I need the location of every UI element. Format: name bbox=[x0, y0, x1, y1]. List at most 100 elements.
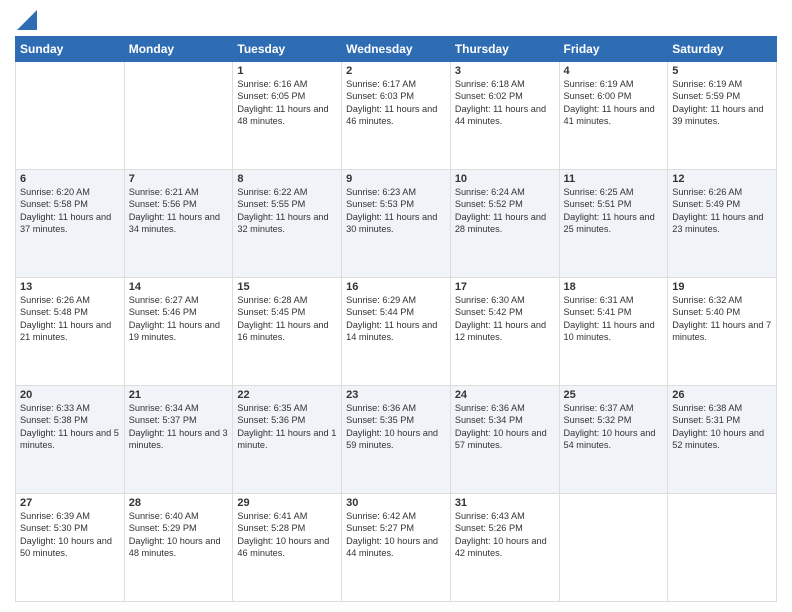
day-info: Sunrise: 6:27 AMSunset: 5:46 PMDaylight:… bbox=[129, 294, 229, 344]
calendar-cell: 4Sunrise: 6:19 AMSunset: 6:00 PMDaylight… bbox=[559, 62, 668, 170]
calendar-cell: 16Sunrise: 6:29 AMSunset: 5:44 PMDayligh… bbox=[342, 278, 451, 386]
day-number: 23 bbox=[346, 389, 446, 401]
calendar-cell: 11Sunrise: 6:25 AMSunset: 5:51 PMDayligh… bbox=[559, 170, 668, 278]
day-number: 17 bbox=[455, 281, 555, 293]
day-number: 5 bbox=[672, 65, 772, 77]
day-info: Sunrise: 6:16 AMSunset: 6:05 PMDaylight:… bbox=[237, 78, 337, 128]
calendar-cell: 3Sunrise: 6:18 AMSunset: 6:02 PMDaylight… bbox=[450, 62, 559, 170]
calendar-cell: 20Sunrise: 6:33 AMSunset: 5:38 PMDayligh… bbox=[16, 386, 125, 494]
day-info: Sunrise: 6:26 AMSunset: 5:48 PMDaylight:… bbox=[20, 294, 120, 344]
logo-icon bbox=[17, 10, 37, 30]
day-header-monday: Monday bbox=[124, 37, 233, 62]
day-number: 26 bbox=[672, 389, 772, 401]
day-number: 3 bbox=[455, 65, 555, 77]
day-number: 15 bbox=[237, 281, 337, 293]
day-number: 16 bbox=[346, 281, 446, 293]
day-info: Sunrise: 6:35 AMSunset: 5:36 PMDaylight:… bbox=[237, 402, 337, 452]
day-info: Sunrise: 6:42 AMSunset: 5:27 PMDaylight:… bbox=[346, 510, 446, 560]
day-info: Sunrise: 6:31 AMSunset: 5:41 PMDaylight:… bbox=[564, 294, 664, 344]
day-number: 27 bbox=[20, 497, 120, 509]
day-info: Sunrise: 6:24 AMSunset: 5:52 PMDaylight:… bbox=[455, 186, 555, 236]
day-number: 7 bbox=[129, 173, 229, 185]
calendar-cell: 19Sunrise: 6:32 AMSunset: 5:40 PMDayligh… bbox=[668, 278, 777, 386]
calendar-cell bbox=[124, 62, 233, 170]
day-header-wednesday: Wednesday bbox=[342, 37, 451, 62]
day-number: 6 bbox=[20, 173, 120, 185]
day-info: Sunrise: 6:41 AMSunset: 5:28 PMDaylight:… bbox=[237, 510, 337, 560]
calendar-cell: 15Sunrise: 6:28 AMSunset: 5:45 PMDayligh… bbox=[233, 278, 342, 386]
day-info: Sunrise: 6:18 AMSunset: 6:02 PMDaylight:… bbox=[455, 78, 555, 128]
calendar-cell: 17Sunrise: 6:30 AMSunset: 5:42 PMDayligh… bbox=[450, 278, 559, 386]
day-header-sunday: Sunday bbox=[16, 37, 125, 62]
day-info: Sunrise: 6:30 AMSunset: 5:42 PMDaylight:… bbox=[455, 294, 555, 344]
day-info: Sunrise: 6:37 AMSunset: 5:32 PMDaylight:… bbox=[564, 402, 664, 452]
calendar-cell bbox=[559, 494, 668, 602]
calendar-cell: 12Sunrise: 6:26 AMSunset: 5:49 PMDayligh… bbox=[668, 170, 777, 278]
calendar-cell: 29Sunrise: 6:41 AMSunset: 5:28 PMDayligh… bbox=[233, 494, 342, 602]
header bbox=[15, 10, 777, 30]
day-number: 9 bbox=[346, 173, 446, 185]
day-info: Sunrise: 6:22 AMSunset: 5:55 PMDaylight:… bbox=[237, 186, 337, 236]
day-number: 10 bbox=[455, 173, 555, 185]
calendar-cell bbox=[16, 62, 125, 170]
day-number: 24 bbox=[455, 389, 555, 401]
day-info: Sunrise: 6:36 AMSunset: 5:35 PMDaylight:… bbox=[346, 402, 446, 452]
calendar-cell: 9Sunrise: 6:23 AMSunset: 5:53 PMDaylight… bbox=[342, 170, 451, 278]
calendar-cell: 26Sunrise: 6:38 AMSunset: 5:31 PMDayligh… bbox=[668, 386, 777, 494]
day-number: 18 bbox=[564, 281, 664, 293]
day-info: Sunrise: 6:39 AMSunset: 5:30 PMDaylight:… bbox=[20, 510, 120, 560]
calendar-cell bbox=[668, 494, 777, 602]
day-info: Sunrise: 6:25 AMSunset: 5:51 PMDaylight:… bbox=[564, 186, 664, 236]
calendar-cell: 28Sunrise: 6:40 AMSunset: 5:29 PMDayligh… bbox=[124, 494, 233, 602]
calendar-cell: 2Sunrise: 6:17 AMSunset: 6:03 PMDaylight… bbox=[342, 62, 451, 170]
day-info: Sunrise: 6:29 AMSunset: 5:44 PMDaylight:… bbox=[346, 294, 446, 344]
calendar-cell: 22Sunrise: 6:35 AMSunset: 5:36 PMDayligh… bbox=[233, 386, 342, 494]
calendar-cell: 30Sunrise: 6:42 AMSunset: 5:27 PMDayligh… bbox=[342, 494, 451, 602]
day-header-friday: Friday bbox=[559, 37, 668, 62]
calendar-cell: 13Sunrise: 6:26 AMSunset: 5:48 PMDayligh… bbox=[16, 278, 125, 386]
day-number: 8 bbox=[237, 173, 337, 185]
day-number: 20 bbox=[20, 389, 120, 401]
day-info: Sunrise: 6:17 AMSunset: 6:03 PMDaylight:… bbox=[346, 78, 446, 128]
calendar-cell: 24Sunrise: 6:36 AMSunset: 5:34 PMDayligh… bbox=[450, 386, 559, 494]
day-number: 28 bbox=[129, 497, 229, 509]
day-info: Sunrise: 6:32 AMSunset: 5:40 PMDaylight:… bbox=[672, 294, 772, 344]
day-info: Sunrise: 6:38 AMSunset: 5:31 PMDaylight:… bbox=[672, 402, 772, 452]
day-number: 22 bbox=[237, 389, 337, 401]
day-header-tuesday: Tuesday bbox=[233, 37, 342, 62]
calendar-cell: 8Sunrise: 6:22 AMSunset: 5:55 PMDaylight… bbox=[233, 170, 342, 278]
calendar-cell: 27Sunrise: 6:39 AMSunset: 5:30 PMDayligh… bbox=[16, 494, 125, 602]
calendar-cell: 1Sunrise: 6:16 AMSunset: 6:05 PMDaylight… bbox=[233, 62, 342, 170]
day-info: Sunrise: 6:34 AMSunset: 5:37 PMDaylight:… bbox=[129, 402, 229, 452]
calendar-cell: 21Sunrise: 6:34 AMSunset: 5:37 PMDayligh… bbox=[124, 386, 233, 494]
day-info: Sunrise: 6:43 AMSunset: 5:26 PMDaylight:… bbox=[455, 510, 555, 560]
day-info: Sunrise: 6:19 AMSunset: 6:00 PMDaylight:… bbox=[564, 78, 664, 128]
day-info: Sunrise: 6:36 AMSunset: 5:34 PMDaylight:… bbox=[455, 402, 555, 452]
day-number: 30 bbox=[346, 497, 446, 509]
calendar-cell: 25Sunrise: 6:37 AMSunset: 5:32 PMDayligh… bbox=[559, 386, 668, 494]
day-header-thursday: Thursday bbox=[450, 37, 559, 62]
day-info: Sunrise: 6:23 AMSunset: 5:53 PMDaylight:… bbox=[346, 186, 446, 236]
day-info: Sunrise: 6:28 AMSunset: 5:45 PMDaylight:… bbox=[237, 294, 337, 344]
calendar-cell: 10Sunrise: 6:24 AMSunset: 5:52 PMDayligh… bbox=[450, 170, 559, 278]
day-number: 12 bbox=[672, 173, 772, 185]
day-info: Sunrise: 6:21 AMSunset: 5:56 PMDaylight:… bbox=[129, 186, 229, 236]
calendar-cell: 7Sunrise: 6:21 AMSunset: 5:56 PMDaylight… bbox=[124, 170, 233, 278]
day-info: Sunrise: 6:33 AMSunset: 5:38 PMDaylight:… bbox=[20, 402, 120, 452]
day-number: 2 bbox=[346, 65, 446, 77]
calendar-cell: 5Sunrise: 6:19 AMSunset: 5:59 PMDaylight… bbox=[668, 62, 777, 170]
day-number: 31 bbox=[455, 497, 555, 509]
day-info: Sunrise: 6:20 AMSunset: 5:58 PMDaylight:… bbox=[20, 186, 120, 236]
calendar-cell: 31Sunrise: 6:43 AMSunset: 5:26 PMDayligh… bbox=[450, 494, 559, 602]
calendar-table: SundayMondayTuesdayWednesdayThursdayFrid… bbox=[15, 36, 777, 602]
page: SundayMondayTuesdayWednesdayThursdayFrid… bbox=[0, 0, 792, 612]
calendar-cell: 6Sunrise: 6:20 AMSunset: 5:58 PMDaylight… bbox=[16, 170, 125, 278]
day-number: 14 bbox=[129, 281, 229, 293]
day-number: 4 bbox=[564, 65, 664, 77]
day-header-saturday: Saturday bbox=[668, 37, 777, 62]
day-info: Sunrise: 6:40 AMSunset: 5:29 PMDaylight:… bbox=[129, 510, 229, 560]
day-number: 29 bbox=[237, 497, 337, 509]
day-number: 1 bbox=[237, 65, 337, 77]
calendar-cell: 14Sunrise: 6:27 AMSunset: 5:46 PMDayligh… bbox=[124, 278, 233, 386]
day-number: 25 bbox=[564, 389, 664, 401]
